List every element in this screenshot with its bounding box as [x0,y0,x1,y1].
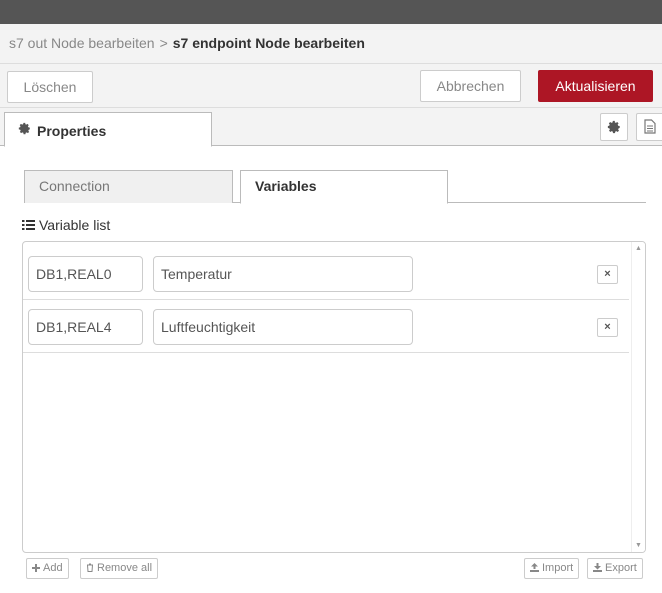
top-bar [0,0,662,24]
tray-toolbar: Löschen Abbrechen Aktualisieren [0,64,662,108]
delete-button[interactable]: Löschen [7,71,93,103]
gear-icon [607,120,620,134]
name-input[interactable]: Luftfeuchtigkeit [153,309,413,345]
add-button[interactable]: Add [26,558,69,579]
remove-all-button-label: Remove all [97,562,153,574]
variable-list-title: Variable list [39,217,111,233]
cancel-button[interactable]: Abbrechen [420,70,521,102]
scroll-down-arrow[interactable]: ▼ [635,542,642,549]
update-button[interactable]: Aktualisieren [538,70,653,102]
breadcrumb: s7 out Node bearbeiten > s7 endpoint Node … [9,35,365,51]
file-text-icon [644,119,656,134]
subtab-bar: Connection Variables [24,170,646,204]
remove-row-button[interactable]: × [597,265,618,284]
list-icon [22,220,35,230]
tray-header: s7 out Node bearbeiten > s7 endpoint Node … [0,24,662,64]
download-icon [593,563,602,572]
address-input[interactable]: DB1,REAL0 [28,256,143,292]
gear-icon [18,122,31,138]
remove-row-button[interactable]: × [597,318,618,337]
tab-properties[interactable]: Properties [4,112,212,147]
breadcrumb-parent: s7 out Node bearbeiten [9,35,155,51]
description-tab-button[interactable] [636,113,662,141]
variable-list: DB1,REAL0 Temperatur × DB1,REAL4 Luftfeu… [22,241,646,553]
tab-properties-label: Properties [37,123,107,139]
tab-connection[interactable]: Connection [24,170,233,203]
scroll-up-arrow[interactable]: ▲ [635,245,642,252]
import-button-label: Import [542,562,574,574]
tab-variables[interactable]: Variables [240,170,448,204]
export-button[interactable]: Export [587,558,643,579]
list-item: DB1,REAL0 Temperatur × [23,247,629,300]
list-item: DB1,REAL4 Luftfeuchtigkeit × [23,300,629,353]
breadcrumb-separator: > [159,35,168,51]
export-button-label: Export [605,562,637,574]
breadcrumb-current: s7 endpoint Node bearbeiten [172,35,365,51]
variable-list-label: Variable list [22,217,110,233]
import-button[interactable]: Import [524,558,580,579]
trash-icon [87,563,93,572]
upload-icon [530,563,539,572]
tab-bar: Properties [0,108,662,147]
remove-all-button[interactable]: Remove all [80,558,159,579]
name-input[interactable]: Temperatur [153,256,413,292]
settings-tab-button[interactable] [600,113,628,141]
scrollbar[interactable]: ▲ ▼ [631,242,645,552]
plus-icon [32,564,40,572]
address-input[interactable]: DB1,REAL4 [28,309,143,345]
add-button-label: Add [43,562,63,574]
